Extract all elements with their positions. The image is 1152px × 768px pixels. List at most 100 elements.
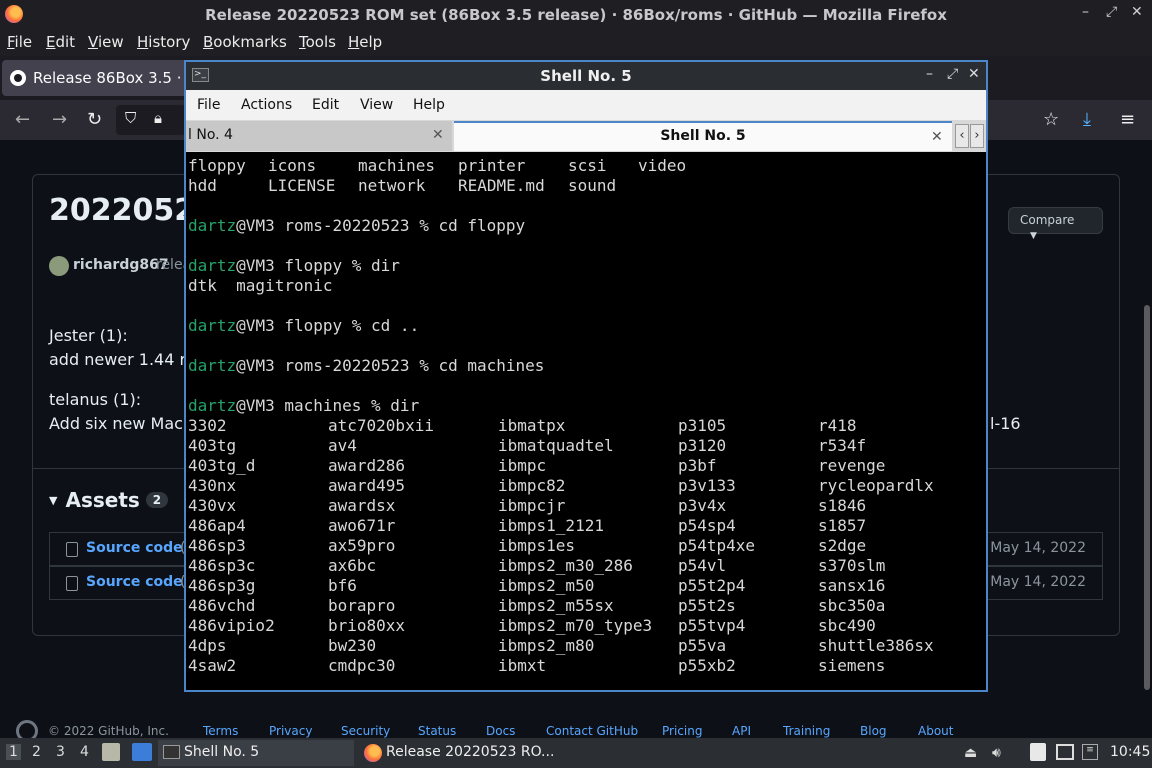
terminal-menubar: File Actions Edit View Help <box>186 90 986 120</box>
network-icon[interactable] <box>1056 744 1074 760</box>
prompt-user: dartz <box>188 356 237 375</box>
asset-link[interactable]: Source code <box>86 540 183 556</box>
asset-link[interactable]: Source code <box>86 574 183 590</box>
workspace-button[interactable]: 3 <box>56 744 65 760</box>
footer-link-status[interactable]: Status <box>418 724 456 738</box>
asset-date: May 14, 2022 <box>990 540 1086 556</box>
close-tab-icon[interactable]: ✕ <box>432 127 444 143</box>
triangle-down-icon: ▼ <box>49 494 58 507</box>
volume-icon[interactable]: 🔊︎ <box>992 745 1001 761</box>
minimize-icon[interactable]: – <box>1082 4 1089 20</box>
footer-link-about[interactable]: About <box>918 724 953 738</box>
footer-link-docs[interactable]: Docs <box>486 724 515 738</box>
zip-file-icon <box>66 576 78 591</box>
file-manager-icon[interactable] <box>102 743 120 761</box>
download-icon[interactable]: ⤓ <box>1083 109 1091 130</box>
release-author[interactable]: richardg867 <box>73 257 169 273</box>
star-icon[interactable]: ☆ <box>1043 109 1059 130</box>
firefox-logo-icon <box>364 744 382 762</box>
tab-scroll-left-icon[interactable]: ‹ <box>955 124 969 148</box>
machine-entry: ibmps2_m80 <box>498 636 595 655</box>
taskbar-firefox-task[interactable]: Release 20220523 RO... <box>360 740 560 766</box>
footer-link-api[interactable]: API <box>732 724 751 738</box>
footer-link-training[interactable]: Training <box>783 724 830 738</box>
workspace-button[interactable]: 2 <box>32 744 41 760</box>
back-icon[interactable]: ← <box>15 109 30 130</box>
menu-view[interactable]: View <box>88 33 124 51</box>
machine-entry: 4dps <box>188 636 227 655</box>
dir-entry: hdd <box>188 176 217 195</box>
terminal-menu-edit[interactable]: Edit <box>312 97 339 113</box>
forward-icon[interactable]: → <box>52 109 67 130</box>
note-text: Add six new Machi <box>49 414 198 433</box>
machine-entry: s1857 <box>818 516 867 535</box>
assets-toggle[interactable]: ▼ Assets 2 <box>49 488 169 512</box>
menu-bookmarks[interactable]: Bookmarks <box>203 33 287 51</box>
menu-help[interactable]: Help <box>348 33 382 51</box>
minimize-icon[interactable]: – <box>926 66 933 82</box>
workspace-button[interactable]: 4 <box>80 744 89 760</box>
dir-entry: machines <box>358 156 436 175</box>
terminal-menu-view[interactable]: View <box>360 97 393 113</box>
dir-entry: LICENSE <box>268 176 336 195</box>
dir-entry: README.md <box>458 176 545 195</box>
page-scrollbar[interactable] <box>1144 305 1150 690</box>
footer-link-contact[interactable]: Contact GitHub <box>546 724 638 738</box>
url-bar[interactable]: ⛉ 🔒︎ <box>116 105 186 135</box>
lock-icon[interactable]: 🔒︎ <box>154 109 162 127</box>
maximize-icon[interactable]: ⤢ <box>1106 4 1117 20</box>
menu-history[interactable]: History <box>137 33 190 51</box>
machine-entry: ibmps2_m30_286 <box>498 556 633 575</box>
reload-icon[interactable]: ↻ <box>87 109 102 130</box>
taskbar-terminal-task[interactable]: Shell No. 5 <box>158 740 354 766</box>
maximize-icon[interactable]: ⤢ <box>947 66 958 82</box>
prompt-command: @VM3 roms-20220523 % cd floppy <box>236 216 526 235</box>
workspace-button[interactable]: 1 <box>6 744 21 760</box>
avatar[interactable] <box>49 256 69 276</box>
machine-entry: ibmxt <box>498 656 547 675</box>
machine-entry: bf6 <box>328 576 357 595</box>
dir-entry: printer <box>458 156 526 175</box>
machine-entry: r418 <box>818 416 857 435</box>
footer-link-privacy[interactable]: Privacy <box>269 724 312 738</box>
machine-entry: p54vl <box>678 556 727 575</box>
assets-count-badge: 2 <box>145 492 169 508</box>
terminal-menu-actions[interactable]: Actions <box>241 97 292 113</box>
footer-link-terms[interactable]: Terms <box>203 724 238 738</box>
terminal-tab[interactable]: l No. 4 ✕ <box>186 121 452 151</box>
menu-file[interactable]: File <box>7 33 32 51</box>
terminal-tab-label: l No. 4 <box>188 127 233 143</box>
close-icon[interactable]: ✕ <box>968 66 980 82</box>
machine-entry: siemens <box>818 656 886 675</box>
prompt-line: dartz@VM3 floppy % cd .. <box>188 316 419 336</box>
machine-entry: ibmps2_m55sx <box>498 596 614 615</box>
terminal-output[interactable]: floppy icons machines printer scsi video… <box>186 152 986 690</box>
clipboard-icon[interactable] <box>1030 743 1046 761</box>
eject-icon[interactable]: ⏏ <box>964 745 977 761</box>
show-desktop-icon[interactable] <box>132 743 152 761</box>
notifications-icon[interactable]: ≡ <box>1082 744 1098 760</box>
shield-icon[interactable]: ⛉ <box>125 109 136 127</box>
terminal-icon <box>163 745 180 759</box>
close-tab-icon[interactable]: ✕ <box>931 129 943 145</box>
terminal-menu-file[interactable]: File <box>197 97 220 113</box>
machine-entry: p55tvp4 <box>678 616 746 635</box>
browser-tab[interactable]: Release 86Box 3.5 · <box>2 60 192 96</box>
footer-link-blog[interactable]: Blog <box>860 724 887 738</box>
machine-entry: p3120 <box>678 436 727 455</box>
close-icon[interactable]: ✕ <box>1131 4 1143 20</box>
menu-icon[interactable]: ≡ <box>1120 109 1135 130</box>
footer-link-security[interactable]: Security <box>341 724 390 738</box>
machine-entry: sbc350a <box>818 596 886 615</box>
terminal-tab-active[interactable]: Shell No. 5 ✕ <box>454 121 952 151</box>
terminal-menu-help[interactable]: Help <box>413 97 445 113</box>
tab-scroll-right-icon[interactable]: › <box>970 124 984 148</box>
compare-button[interactable]: Compare ▼ <box>1008 207 1103 241</box>
terminal-titlebar[interactable]: >_ Shell No. 5 – ⤢ ✕ <box>186 62 986 90</box>
prompt-command: @VM3 machines % dir <box>236 396 420 415</box>
menu-tools[interactable]: Tools <box>299 33 336 51</box>
machine-entry: s2dge <box>818 536 867 555</box>
footer-link-pricing[interactable]: Pricing <box>662 724 702 738</box>
machine-entry: shuttle386sx <box>818 636 934 655</box>
menu-edit[interactable]: Edit <box>46 33 75 51</box>
